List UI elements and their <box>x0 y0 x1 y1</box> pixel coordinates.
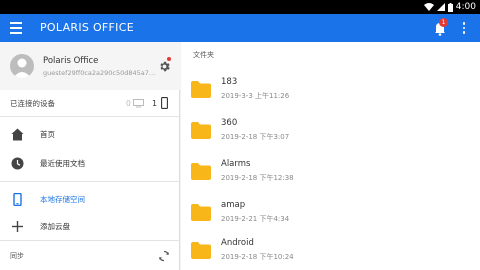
profile-section[interactable]: Polaris Office guestef29ff0ca2a290c50d84… <box>0 42 180 90</box>
folder-row[interactable]: 183 2019-3-3 上午11:26 <box>181 74 480 115</box>
folder-row[interactable]: Android 2019-2-18 下午10:24 <box>181 235 480 270</box>
nav-label-home: 首页 <box>40 130 55 139</box>
notifications-button[interactable]: 1 <box>430 18 450 38</box>
nav-label-recent: 最近使用文档 <box>40 159 85 168</box>
home-icon <box>11 128 24 141</box>
status-bar: 4:00 <box>0 0 480 14</box>
sidebar: Polaris Office guestef29ff0ca2a290c50d84… <box>0 42 180 270</box>
sync-row[interactable]: 同步 <box>0 241 180 270</box>
folder-row[interactable]: 360 2019-2-18 下午3:07 <box>181 115 480 156</box>
phone-count: 1 <box>152 99 158 108</box>
section-title-folders: 文件夹 <box>193 51 214 59</box>
more-vert-icon <box>462 22 466 25</box>
folder-date: 2019-3-3 上午11:26 <box>221 92 290 100</box>
folder-icon <box>191 242 211 259</box>
sync-icon[interactable] <box>158 250 170 262</box>
settings-alert-dot <box>167 57 171 61</box>
sync-label: 同步 <box>10 252 24 260</box>
status-time: 4:00 <box>455 2 476 12</box>
app-title: POLARIS OFFICE <box>40 21 134 34</box>
folder-name: amap <box>221 200 246 210</box>
nav-divider <box>0 181 180 182</box>
folder-name: 183 <box>221 77 238 87</box>
phone-storage-icon <box>13 193 22 206</box>
folder-name: Alarms <box>221 159 251 169</box>
folder-icon <box>191 204 211 221</box>
notification-badge: 1 <box>439 18 448 27</box>
folder-date: 2019-2-18 下午12:38 <box>221 174 294 182</box>
pc-count: 0 <box>126 99 131 108</box>
smartphone-icon <box>161 97 168 109</box>
plus-icon <box>12 221 23 232</box>
battery-icon <box>447 2 453 12</box>
signal-icon <box>436 3 445 11</box>
menu-icon <box>10 22 22 24</box>
folder-row[interactable]: Alarms 2019-2-18 下午12:38 <box>181 156 480 197</box>
nav-item-local-storage[interactable]: 本地存储空间 <box>0 185 180 214</box>
connected-devices-row: 已连接的设备 0 1 <box>0 90 180 117</box>
folder-date: 2019-2-18 下午10:24 <box>221 253 294 261</box>
folder-name: Android <box>221 238 254 248</box>
connected-devices-label: 已连接的设备 <box>10 99 55 108</box>
folder-date: 2019-2-21 下午4:34 <box>221 215 290 223</box>
nav-item-home[interactable]: 首页 <box>0 120 180 149</box>
folder-date: 2019-2-18 下午3:07 <box>221 133 290 141</box>
nav-item-add-cloud[interactable]: 添加云盘 <box>0 212 180 241</box>
folder-icon <box>191 122 211 139</box>
profile-name: Polaris Office <box>43 56 99 66</box>
avatar <box>10 54 34 78</box>
menu-button[interactable] <box>6 18 26 38</box>
folder-row[interactable]: amap 2019-2-21 下午4:34 <box>181 197 480 238</box>
app-bar: POLARIS OFFICE 1 <box>0 14 480 42</box>
folder-name: 360 <box>221 118 238 128</box>
folder-icon <box>191 81 211 98</box>
monitor-icon <box>133 99 144 108</box>
wifi-icon <box>423 3 434 11</box>
profile-email: guestef29ff0ca2a290c50d845a7… <box>43 69 156 77</box>
more-options-button[interactable] <box>456 18 472 38</box>
file-browser: 文件夹 183 2019-3-3 上午11:26 360 2019-2-18 下… <box>181 42 480 270</box>
nav-label-local-storage: 本地存储空间 <box>40 195 85 204</box>
nav-label-add-cloud: 添加云盘 <box>40 222 70 231</box>
nav-item-recent[interactable]: 最近使用文档 <box>0 149 180 178</box>
settings-gear-icon[interactable] <box>158 60 171 73</box>
folder-icon <box>191 163 211 180</box>
clock-icon <box>11 157 24 170</box>
